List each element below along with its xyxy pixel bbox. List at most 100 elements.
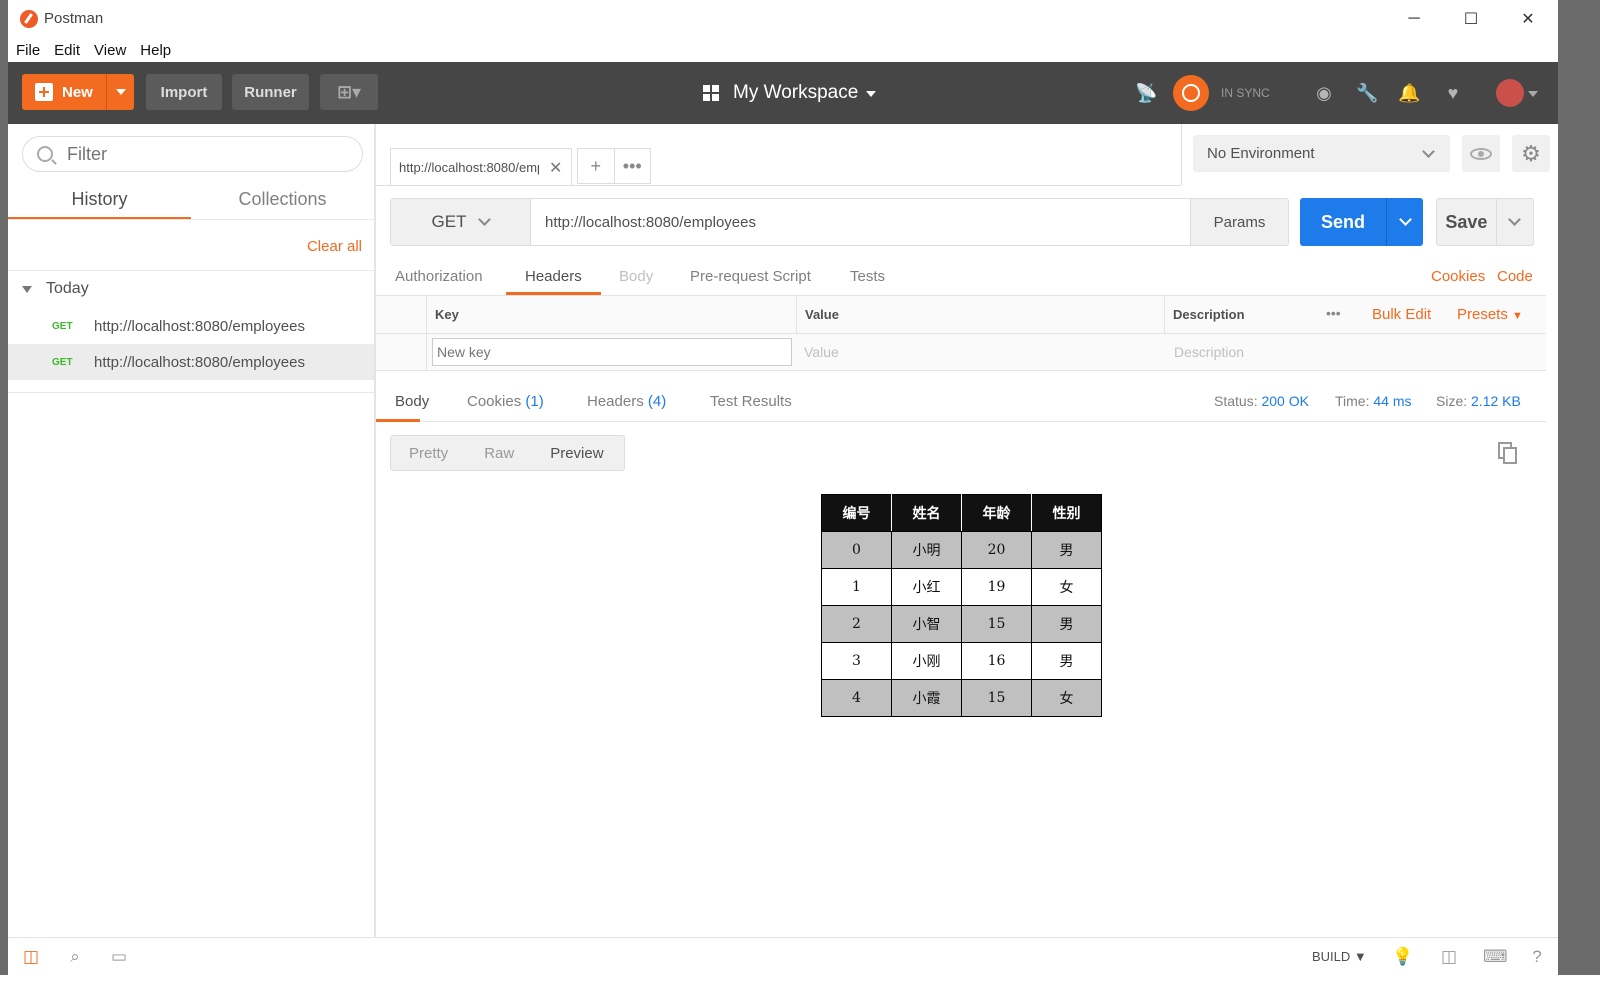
bell-icon[interactable]: 🔔 xyxy=(1398,82,1420,104)
maximize-icon[interactable]: ☐ xyxy=(1443,0,1499,37)
eye-icon xyxy=(1470,147,1492,160)
format-raw[interactable]: Raw xyxy=(484,445,514,462)
tab-tests[interactable]: Tests xyxy=(850,268,885,285)
format-pretty[interactable]: Pretty xyxy=(409,445,448,462)
headers-table-row: Value Description xyxy=(376,334,1546,371)
send-button[interactable]: Send xyxy=(1300,198,1423,246)
menu-edit[interactable]: Edit xyxy=(54,42,80,59)
tab-body[interactable]: Body xyxy=(619,268,653,285)
keyboard-shortcuts-icon[interactable]: ⌨ xyxy=(1483,947,1508,967)
title-bar: Postman ─ ☐ ✕ xyxy=(8,0,1558,37)
avatar-caret-icon[interactable] xyxy=(1528,91,1538,97)
tab-collections[interactable]: Collections xyxy=(191,182,374,220)
satellite-icon[interactable]: 📡 xyxy=(1135,82,1157,104)
tab-response-headers[interactable]: Headers (4) xyxy=(587,393,666,410)
employee-table: 编号 姓名 年龄 性别 0 小明 20 男 1 小红 19 女 2 小智 15 … xyxy=(821,494,1102,717)
bootcamp-lightbulb-icon[interactable]: 💡 xyxy=(1392,947,1414,967)
column-description: Description xyxy=(1164,296,1314,333)
cookies-link[interactable]: Cookies xyxy=(1431,268,1485,285)
new-button[interactable]: New xyxy=(22,74,134,110)
toggle-sidebar-icon[interactable]: ◫ xyxy=(20,947,42,967)
runner-button[interactable]: Runner xyxy=(232,74,309,110)
tab-response-cookies[interactable]: Cookies (1) xyxy=(467,393,544,410)
history-item-method: GET xyxy=(52,356,73,368)
tab-headers[interactable]: Headers xyxy=(525,268,582,285)
params-button[interactable]: Params xyxy=(1190,199,1288,245)
table-cell: 男 xyxy=(1031,605,1102,643)
column-header: 编号 xyxy=(821,494,892,532)
tab-authorization[interactable]: Authorization xyxy=(395,268,483,285)
response-size: Size: 2.12 KB xyxy=(1436,393,1521,409)
two-pane-view-icon[interactable]: ◫ xyxy=(1438,947,1460,967)
new-dropdown-button[interactable] xyxy=(106,74,134,110)
tab-pre-request-script[interactable]: Pre-request Script xyxy=(690,268,811,285)
save-label: Save xyxy=(1445,211,1488,232)
runner-label: Runner xyxy=(244,83,297,101)
globe-icon[interactable]: ◉ xyxy=(1313,82,1335,104)
tab-label: Headers xyxy=(587,393,644,410)
table-cell: 20 xyxy=(961,531,1032,569)
new-key-input[interactable] xyxy=(432,338,792,366)
format-preview[interactable]: Preview xyxy=(550,444,604,462)
tab-response-body[interactable]: Body xyxy=(395,393,429,410)
divider xyxy=(8,219,374,220)
table-cell: 15 xyxy=(961,605,1032,643)
workspace-grid-icon xyxy=(703,85,719,101)
chevron-down-icon xyxy=(478,213,492,226)
history-item[interactable]: GET http://localhost:8080/employees xyxy=(8,308,374,344)
filter-input[interactable] xyxy=(67,143,327,165)
send-dropdown-button[interactable] xyxy=(1386,198,1423,246)
minimize-icon[interactable]: ─ xyxy=(1386,0,1442,37)
plus-icon xyxy=(35,83,53,101)
code-link[interactable]: Code xyxy=(1497,268,1533,285)
column-key: Key xyxy=(426,296,796,333)
method-select[interactable]: GET xyxy=(391,199,531,245)
caret-down-icon: ▼ xyxy=(1512,310,1523,322)
background-taskbar xyxy=(0,975,1600,1000)
save-button[interactable]: Save xyxy=(1436,198,1534,246)
presets-link[interactable]: Presets ▼ xyxy=(1457,306,1523,323)
filter-field[interactable] xyxy=(22,136,363,172)
environment-select[interactable]: No Environment xyxy=(1193,135,1450,172)
avatar[interactable] xyxy=(1496,79,1524,107)
request-tab[interactable]: http://localhost:8080/employees ✕ xyxy=(390,148,572,186)
history-group-today[interactable]: Today xyxy=(22,280,89,298)
add-tab-icon[interactable]: + xyxy=(578,149,615,183)
window-title: Postman xyxy=(44,10,104,27)
sync-icon[interactable] xyxy=(1173,75,1209,111)
close-tab-icon[interactable]: ✕ xyxy=(549,158,562,178)
help-icon[interactable]: ? xyxy=(1526,947,1548,967)
tab-test-results[interactable]: Test Results xyxy=(710,393,792,410)
url-input[interactable]: http://localhost:8080/employees xyxy=(545,214,1190,231)
new-window-button[interactable]: ⊞▾ xyxy=(320,74,378,110)
sync-status-text: IN SYNC xyxy=(1221,86,1270,100)
value-input[interactable]: Value xyxy=(804,344,839,360)
wrench-icon[interactable]: 🔧 xyxy=(1356,82,1378,104)
new-button-label: New xyxy=(62,83,93,101)
table-cell: 小刚 xyxy=(891,642,962,680)
time-label: Time: xyxy=(1335,393,1370,409)
table-cell: 16 xyxy=(961,642,1032,680)
more-options-icon[interactable]: ••• xyxy=(1326,305,1341,321)
menu-view[interactable]: View xyxy=(94,42,126,59)
environment-quick-look-button[interactable] xyxy=(1462,135,1500,172)
menu-file[interactable]: File xyxy=(16,42,40,59)
tab-history[interactable]: History xyxy=(8,182,191,220)
build-mode-select[interactable]: BUILD ▼ xyxy=(1312,949,1367,964)
save-dropdown-button[interactable] xyxy=(1495,199,1533,245)
more-tabs-icon[interactable]: ••• xyxy=(615,149,651,183)
console-icon[interactable]: ▭ xyxy=(108,947,130,967)
clear-all-link[interactable]: Clear all xyxy=(307,238,362,255)
close-window-icon[interactable]: ✕ xyxy=(1500,0,1556,37)
copy-icon[interactable] xyxy=(1498,442,1520,464)
workspace-selector[interactable]: My Workspace xyxy=(703,82,877,104)
heart-icon[interactable]: ♥ xyxy=(1442,82,1464,104)
history-item[interactable]: GET http://localhost:8080/employees xyxy=(8,344,374,380)
import-button[interactable]: Import xyxy=(146,74,222,110)
bulk-edit-link[interactable]: Bulk Edit xyxy=(1372,306,1431,323)
description-input[interactable]: Description xyxy=(1174,344,1244,360)
menu-help[interactable]: Help xyxy=(140,42,171,59)
manage-environments-button[interactable]: ⚙ xyxy=(1512,135,1550,172)
table-cell: 小智 xyxy=(891,605,962,643)
find-icon[interactable]: ⌕ xyxy=(64,947,86,967)
